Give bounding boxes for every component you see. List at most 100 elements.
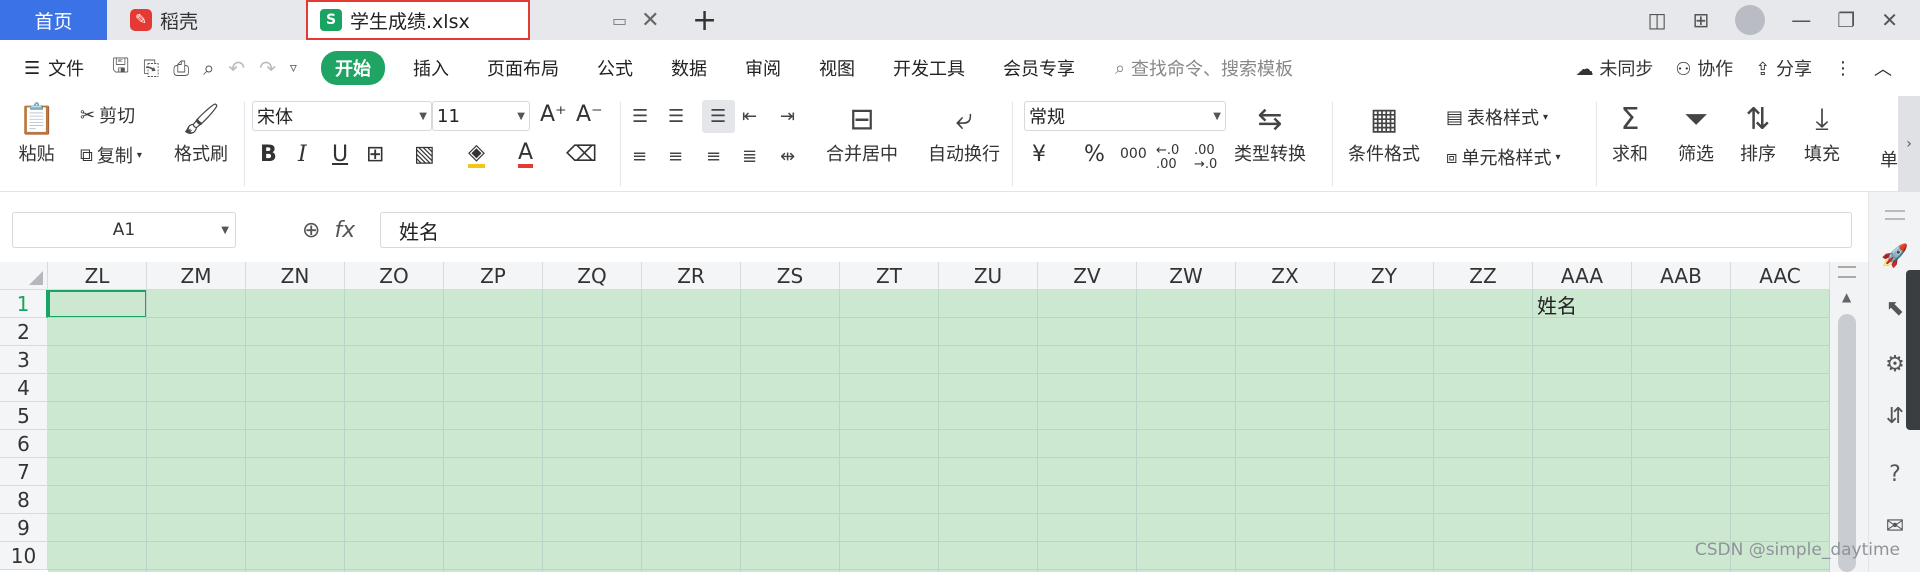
sync-button[interactable]: ☁ 未同步 bbox=[1576, 55, 1654, 81]
print-icon[interactable]: ⎙ bbox=[173, 56, 189, 80]
close-tab-icon[interactable]: ✕ bbox=[641, 8, 659, 33]
border-icon[interactable]: ⊞ bbox=[366, 142, 384, 167]
print-preview-icon[interactable]: ⌕ bbox=[203, 56, 214, 80]
tab-developer[interactable]: 开发工具 bbox=[893, 55, 965, 81]
row-header[interactable]: 3 bbox=[0, 346, 48, 374]
cell-aaa1[interactable]: 姓名 bbox=[1533, 290, 1632, 318]
window-layout-icon[interactable]: ◫ bbox=[1648, 8, 1667, 32]
align-top-icon[interactable]: ☰ bbox=[632, 106, 649, 127]
eraser-icon[interactable]: ⌫ bbox=[566, 142, 597, 167]
paste-button[interactable]: 📋 粘贴 bbox=[18, 100, 55, 166]
column-header[interactable]: AAC bbox=[1731, 262, 1830, 290]
row-header[interactable]: 5 bbox=[0, 402, 48, 430]
row-header[interactable]: 8 bbox=[0, 486, 48, 514]
indent-increase-icon[interactable]: ⇥ bbox=[780, 106, 796, 127]
tab-insert[interactable]: 插入 bbox=[413, 55, 449, 81]
vertical-scrollbar[interactable]: ▲ bbox=[1830, 262, 1868, 572]
font-color-icon[interactable]: A bbox=[518, 142, 534, 168]
fill-button[interactable]: ⤓ 填充 bbox=[1804, 100, 1840, 166]
restore-icon[interactable]: ❐ bbox=[1837, 8, 1855, 32]
column-header[interactable]: ZM bbox=[147, 262, 246, 290]
fill-style-icon[interactable]: ▧ bbox=[414, 142, 435, 167]
align-right-icon[interactable]: ≡ bbox=[706, 146, 722, 167]
tab-start[interactable]: 开始 bbox=[320, 51, 385, 85]
column-header[interactable]: ZX bbox=[1236, 262, 1335, 290]
filter-button[interactable]: ⏷ 筛选 bbox=[1678, 100, 1714, 166]
apps-grid-icon[interactable]: ⊞ bbox=[1693, 8, 1710, 32]
tab-formula[interactable]: 公式 bbox=[597, 55, 633, 81]
merge-center-button[interactable]: ⊟ 合并居中 bbox=[826, 100, 898, 166]
tab-document[interactable]: S 学生成绩.xlsx bbox=[306, 0, 530, 40]
conditional-format-button[interactable]: ▦ 条件格式 bbox=[1348, 100, 1420, 166]
export-icon[interactable]: ⎘ bbox=[143, 56, 159, 80]
rocket-icon[interactable]: 🚀 bbox=[1869, 244, 1920, 269]
currency-icon[interactable]: ¥ bbox=[1032, 142, 1046, 167]
row-header[interactable]: 2 bbox=[0, 318, 48, 346]
column-header[interactable]: ZT bbox=[840, 262, 939, 290]
help-icon[interactable]: ? bbox=[1869, 462, 1920, 487]
feedback-icon[interactable]: ✉ bbox=[1869, 514, 1920, 539]
underline-icon[interactable]: U bbox=[332, 142, 348, 167]
column-header[interactable]: ZY bbox=[1335, 262, 1434, 290]
ribbon-scroll-right-button[interactable]: › bbox=[1898, 96, 1920, 192]
more-chevron-icon[interactable]: ▿ bbox=[290, 60, 297, 76]
decrease-font-icon[interactable]: A⁻ bbox=[576, 102, 603, 127]
column-header[interactable]: ZS bbox=[741, 262, 840, 290]
row-header[interactable]: 4 bbox=[0, 374, 48, 402]
scroll-thumb[interactable] bbox=[1838, 314, 1856, 572]
tab-review[interactable]: 审阅 bbox=[745, 55, 781, 81]
cell-area[interactable]: 姓名 bbox=[48, 290, 1830, 572]
italic-icon[interactable]: I bbox=[298, 142, 307, 167]
undo-icon[interactable]: ↶ bbox=[228, 56, 245, 80]
copy-button[interactable]: ⧉ 复制 ▾ bbox=[80, 142, 142, 168]
cell-style-button[interactable]: ⧈ 单元格样式 ▾ bbox=[1446, 144, 1560, 170]
share-button[interactable]: ⇪ 分享 bbox=[1755, 55, 1812, 81]
row-header[interactable]: 9 bbox=[0, 514, 48, 542]
column-header[interactable]: ZZ bbox=[1434, 262, 1533, 290]
number-format-select[interactable]: 常规 ▼ bbox=[1024, 101, 1226, 131]
justify-icon[interactable]: ≣ bbox=[742, 146, 758, 167]
column-header[interactable]: ZQ bbox=[543, 262, 642, 290]
cell-button-partial[interactable]: 单 bbox=[1880, 146, 1898, 172]
collapse-ribbon-icon[interactable]: ︿ bbox=[1874, 55, 1892, 81]
select-all-corner[interactable] bbox=[0, 262, 48, 290]
distribute-icon[interactable]: ⇹ bbox=[780, 146, 796, 167]
thousands-icon[interactable]: 000 bbox=[1120, 146, 1147, 162]
monitor-icon[interactable]: ▭ bbox=[612, 11, 627, 30]
sort-button[interactable]: ⇅ 排序 bbox=[1740, 100, 1776, 166]
column-header[interactable]: ZV bbox=[1038, 262, 1137, 290]
increase-decimal-icon[interactable]: ←.0.00 bbox=[1156, 144, 1179, 172]
tab-member[interactable]: 会员专享 bbox=[1003, 55, 1075, 81]
column-header[interactable]: AAB bbox=[1632, 262, 1731, 290]
tab-view[interactable]: 视图 bbox=[819, 55, 855, 81]
collab-button[interactable]: ⚇ 协作 bbox=[1675, 55, 1733, 81]
tab-daoke[interactable]: ✎ 稻壳 bbox=[110, 0, 305, 40]
column-header[interactable]: ZP bbox=[444, 262, 543, 290]
save-icon[interactable]: 🖫 bbox=[112, 51, 129, 85]
tab-page-layout[interactable]: 页面布局 bbox=[487, 55, 559, 81]
zoom-icon[interactable]: ⊕ bbox=[302, 218, 320, 243]
name-box[interactable]: A1 ▼ bbox=[12, 212, 236, 248]
more-vertical-icon[interactable]: ⋮ bbox=[1834, 58, 1852, 79]
increase-font-icon[interactable]: A⁺ bbox=[540, 102, 567, 127]
column-header[interactable]: ZN bbox=[246, 262, 345, 290]
minimize-icon[interactable]: — bbox=[1791, 8, 1811, 32]
column-header[interactable]: ZR bbox=[642, 262, 741, 290]
align-middle-icon[interactable]: ☰ bbox=[668, 106, 685, 127]
bold-icon[interactable]: B bbox=[260, 142, 277, 167]
highlight-color-icon[interactable]: ◈ bbox=[468, 142, 485, 168]
align-left-icon[interactable]: ≡ bbox=[632, 146, 648, 167]
row-header[interactable]: 7 bbox=[0, 458, 48, 486]
tab-data[interactable]: 数据 bbox=[671, 55, 707, 81]
column-header[interactable]: ZW bbox=[1137, 262, 1236, 290]
column-header[interactable]: ZL bbox=[48, 262, 147, 290]
fx-button[interactable]: fx bbox=[334, 218, 355, 243]
avatar[interactable] bbox=[1735, 5, 1766, 35]
column-header[interactable]: ZO bbox=[345, 262, 444, 290]
row-header[interactable]: 10 bbox=[0, 542, 48, 570]
font-name-select[interactable]: 宋体 ▼ bbox=[252, 101, 432, 131]
indent-decrease-icon[interactable]: ⇤ bbox=[742, 106, 758, 127]
percent-icon[interactable]: % bbox=[1084, 142, 1105, 167]
format-painter-button[interactable]: 🖌 格式刷 bbox=[174, 100, 228, 166]
align-center-icon[interactable]: ≡ bbox=[668, 146, 684, 167]
